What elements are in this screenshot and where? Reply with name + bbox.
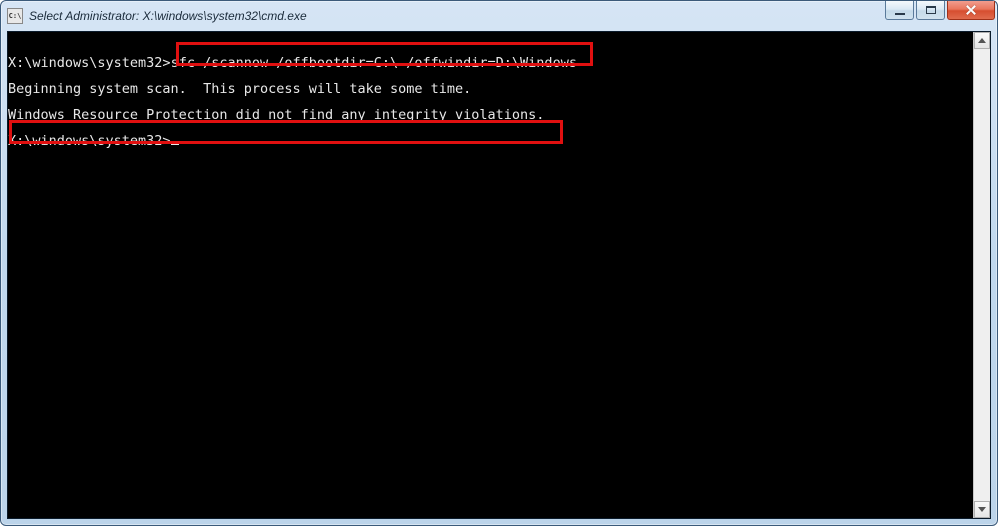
arrow-down-icon (978, 507, 986, 512)
vertical-scrollbar[interactable] (973, 32, 990, 518)
close-icon (966, 5, 976, 15)
scroll-up-button[interactable] (974, 32, 990, 49)
command-text: sfc /scannow /offbootdir=C:\ /offwindir=… (171, 55, 577, 71)
client-area: X:\windows\system32>sfc /scannow /offboo… (7, 31, 991, 519)
window-title: Select Administrator: X:\windows\system3… (29, 9, 885, 23)
maximize-icon (926, 6, 936, 14)
scrollbar-track[interactable] (974, 49, 990, 501)
scan-begin-text: Beginning system scan. This process will… (8, 76, 973, 102)
scroll-down-button[interactable] (974, 501, 990, 518)
close-button[interactable] (947, 1, 995, 20)
arrow-up-icon (978, 38, 986, 43)
titlebar[interactable]: C:\ Select Administrator: X:\windows\sys… (1, 1, 997, 31)
titlebar-buttons (885, 1, 995, 31)
terminal-output[interactable]: X:\windows\system32>sfc /scannow /offboo… (8, 32, 973, 518)
cmd-icon-label: C:\ (9, 12, 22, 20)
maximize-button[interactable] (916, 1, 945, 20)
prompt-text: X:\windows\system32> (8, 55, 171, 71)
cmd-window: C:\ Select Administrator: X:\windows\sys… (0, 0, 998, 526)
cursor (171, 143, 179, 145)
result-text: Windows Resource Protection did not find… (8, 102, 973, 128)
minimize-button[interactable] (885, 1, 914, 20)
minimize-icon (895, 12, 905, 15)
prompt-text: X:\windows\system32> (8, 133, 171, 149)
cmd-icon: C:\ (7, 8, 23, 24)
